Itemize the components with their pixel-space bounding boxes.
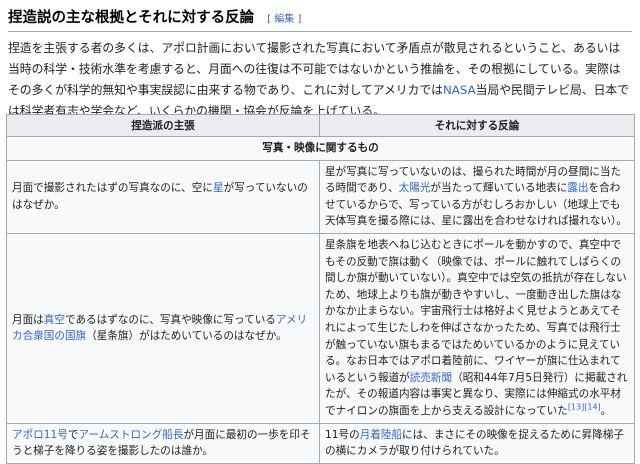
col-header-claim: 捏造派の主張 (6, 114, 320, 137)
lunar-module-link[interactable]: 月着陸船 (360, 429, 402, 441)
rebuttal-cell: 星条旗を地表へねじ込むときにポールを動かすので、真空中でもその反動で旗は動く（映… (319, 232, 635, 424)
table-row: アポロ11号でアームストロング船長が月面に最初の一歩を印そうと梯子を降りる姿を撮… (6, 422, 635, 464)
reference-link[interactable]: [13][14] (568, 402, 601, 411)
claim-cell: 月面で撮影されたはずの写真なのに、空に星が写っていないのはなぜか。 (6, 159, 320, 234)
table-row: 月面で撮影されたはずの写真なのに、空に星が写っていないのはなぜか。 星が写真に写… (6, 159, 635, 234)
intro-paragraph: 捏造を主張する者の多くは、アポロ計画において撮影された写真において矛盾点が散見さ… (8, 38, 632, 122)
rebuttal-text: 星条旗を地表へねじ込むときにポールを動かすので、真空中でもその反動で旗は動く（映… (325, 238, 627, 384)
edit-bracket-open: [ (267, 14, 272, 25)
nasa-link[interactable]: NASA (443, 83, 476, 97)
yomiuri-link[interactable]: 読売新聞 (410, 372, 452, 384)
claim-cell: アポロ11号でアームストロング船長が月面に最初の一歩を印そうと梯子を降りる姿を撮… (6, 422, 320, 464)
rebuttal-text: 。 (600, 404, 612, 417)
claim-text: で (67, 428, 79, 441)
armstrong-link[interactable]: アームストロング船長 (78, 429, 183, 441)
star-link[interactable]: 星 (213, 182, 224, 194)
claim-text: 月面で撮影されたはずの写真なのに、空に (12, 182, 213, 195)
edit-link[interactable]: 編集 (274, 14, 294, 25)
table-header-row: 捏造派の主張 それに対する反論 (6, 114, 635, 137)
claim-text: であるはずなのに、写真や映像に写っている (64, 313, 276, 326)
section-heading-bar: 捏造説の主な根拠とそれに対する反論 [ 編集 ] (8, 6, 632, 32)
rebuttal-cell: 星が写真に写っていないのは、撮られた時間が月の昼間に当たる時間であり、太陽光が当… (319, 159, 635, 234)
section-heading: 捏造説の主な根拠とそれに対する反論 (8, 10, 255, 26)
vacuum-link[interactable]: 真空 (44, 314, 65, 326)
sunlight-link[interactable]: 太陽光 (399, 182, 431, 194)
claim-cell: 月面は真空であるはずなのに、写真や映像に写っているアメリカ合衆国の国旗（星条旗）… (6, 232, 320, 424)
rebuttal-cell: 11号の月着陸船には、まさにその映像を捉えるために昇降梯子の横にカメラが取り付け… (319, 422, 635, 464)
claim-text: 月面は (12, 313, 44, 326)
apollo11-link[interactable]: アポロ11号 (12, 429, 68, 441)
col-header-rebuttal: それに対する反論 (319, 114, 635, 137)
category-row: 写真・映像に関するもの (6, 136, 635, 161)
rebuttal-text: が当たって輝いている地表に (430, 182, 568, 195)
claims-table: 捏造派の主張 それに対する反論 写真・映像に関するもの 月面で撮影されたはずの写… (6, 114, 635, 464)
rebuttal-text: 11号の (325, 428, 360, 441)
table-row: 月面は真空であるはずなのに、写真や映像に写っているアメリカ合衆国の国旗（星条旗）… (6, 232, 635, 424)
claim-text: （星条旗）がはためいているのはなぜか。 (86, 330, 287, 343)
exposure-link[interactable]: 露出 (567, 182, 588, 194)
edit-section: [ 編集 ] (267, 14, 301, 25)
category-cell: 写真・映像に関するもの (6, 136, 635, 161)
edit-bracket-close: ] (297, 14, 302, 25)
